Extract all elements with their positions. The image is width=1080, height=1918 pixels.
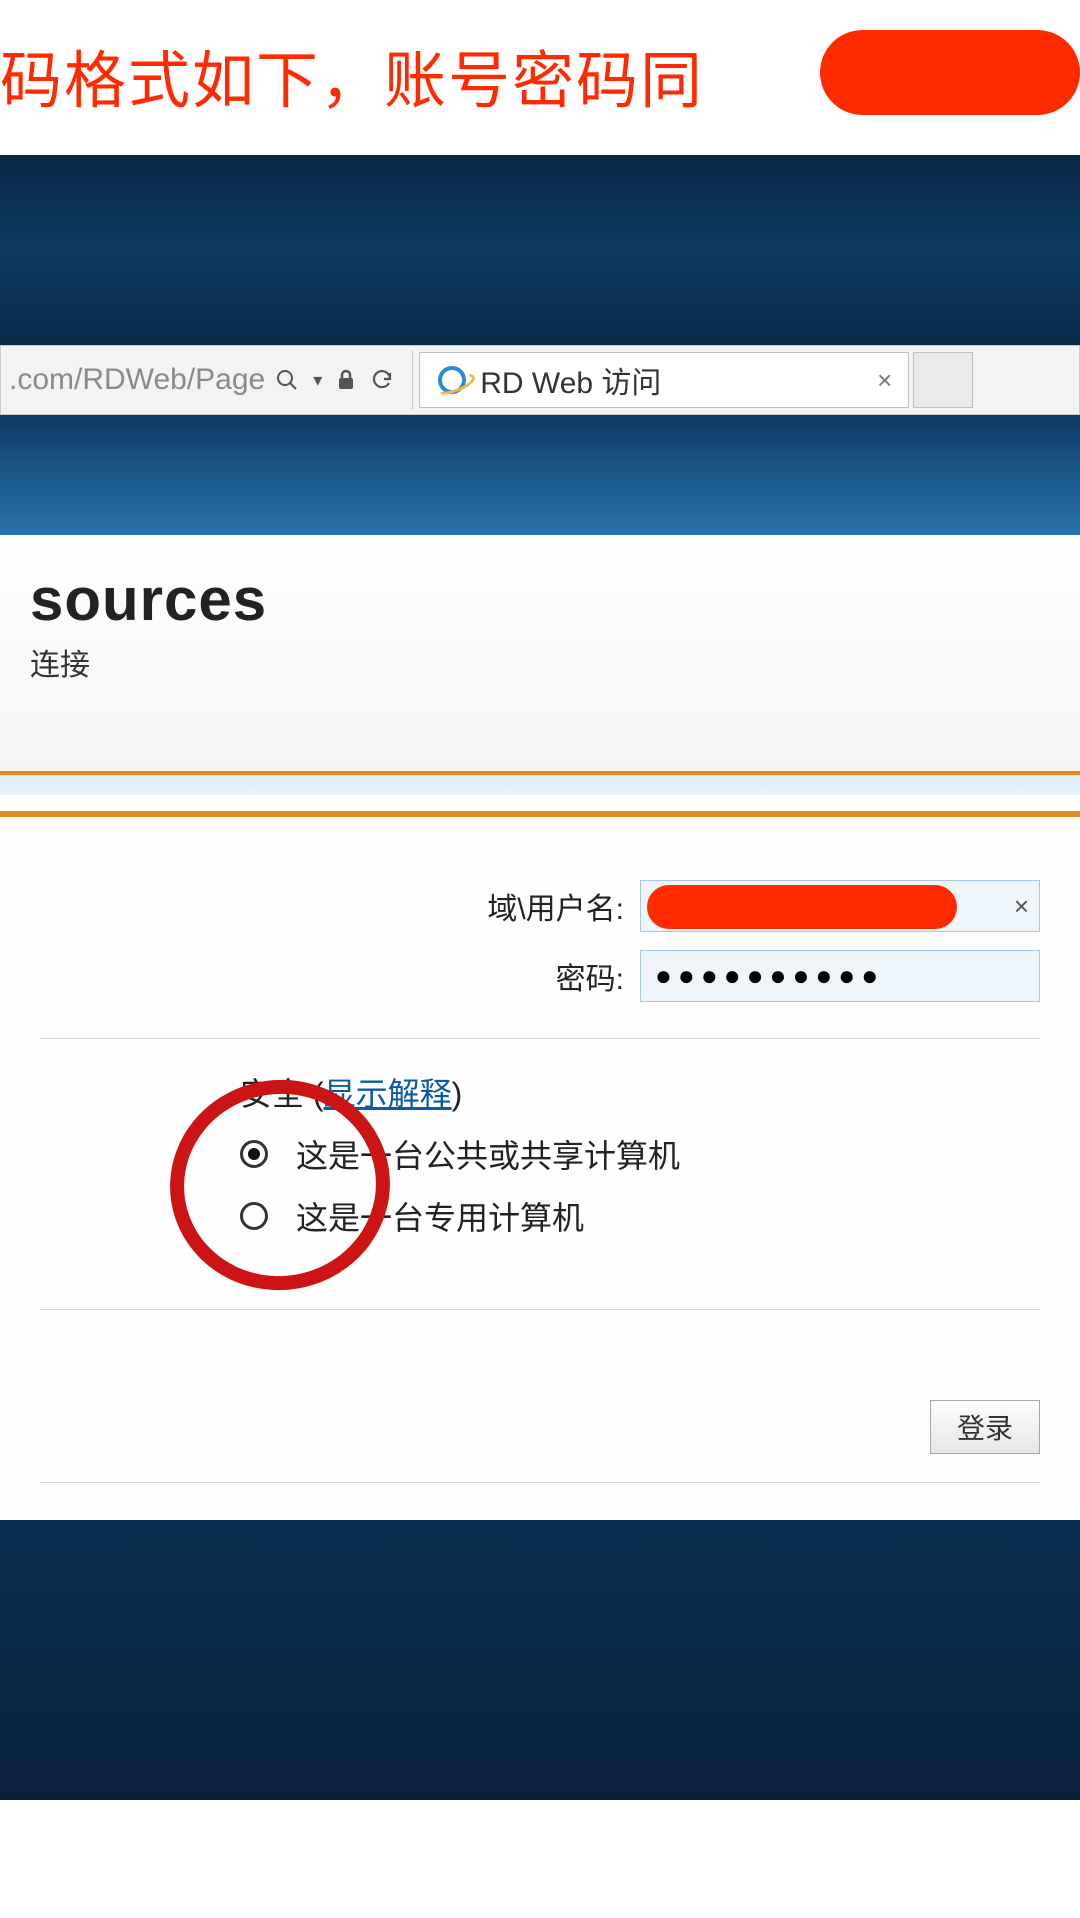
password-row: 密码: ●●●●●●●●●● <box>40 950 1040 1002</box>
bottom-white-area <box>0 1800 1080 1918</box>
page-subtitle: 连接 <box>30 640 1050 684</box>
url-controls: ▾ <box>275 368 404 392</box>
new-tab-button[interactable] <box>913 352 973 408</box>
radio-private[interactable] <box>240 1202 268 1230</box>
refresh-icon[interactable] <box>370 368 394 392</box>
window-chrome-dark-bottom <box>0 1520 1080 1800</box>
radio-private-row[interactable]: 这是一台专用计算机 <box>240 1193 1040 1239</box>
search-icon[interactable] <box>275 368 299 392</box>
username-row: 域\用户名: × <box>40 880 1040 932</box>
username-label: 域\用户名: <box>487 884 624 928</box>
lock-icon <box>336 369 356 391</box>
password-mask: ●●●●●●●●●● <box>655 960 884 992</box>
radio-public[interactable] <box>240 1140 268 1168</box>
form-divider <box>40 1038 1040 1039</box>
login-row: 登录 <box>40 1400 1040 1454</box>
browser-tab[interactable]: RD Web 访问 × <box>419 352 909 408</box>
password-input[interactable]: ●●●●●●●●●● <box>640 950 1040 1002</box>
password-label: 密码: <box>556 954 624 998</box>
show-explanation-link[interactable]: 显示解释 <box>324 1076 452 1112</box>
page-banner: sources 连接 <box>0 535 1080 775</box>
url-text: .com/RDWeb/Page <box>9 363 265 397</box>
security-label: 安全 <box>240 1076 304 1112</box>
redaction-username <box>647 885 957 929</box>
security-heading: 安全 (显示解释) <box>240 1069 1040 1115</box>
radio-public-label: 这是一台公共或共享计算机 <box>296 1131 680 1177</box>
username-input[interactable]: × <box>640 880 1040 932</box>
browser-address-bar: .com/RDWeb/Page ▾ RD Web 访问 × <box>0 345 1080 415</box>
window-chrome-dark <box>0 155 1080 345</box>
security-section: 安全 (显示解释) 这是一台公共或共享计算机 这是一台专用计算机 <box>40 1069 1040 1239</box>
dropdown-icon[interactable]: ▾ <box>313 370 322 391</box>
url-box[interactable]: .com/RDWeb/Page ▾ <box>1 350 413 410</box>
radio-public-row[interactable]: 这是一台公共或共享计算机 <box>240 1131 1040 1177</box>
orange-divider <box>0 811 1080 817</box>
login-button[interactable]: 登录 <box>930 1400 1040 1454</box>
redaction-blob-top <box>820 30 1080 115</box>
ie-icon <box>436 364 468 396</box>
page-title: sources <box>30 565 1050 634</box>
form-divider-3 <box>40 1482 1040 1483</box>
clear-icon[interactable]: × <box>1014 891 1029 922</box>
radio-private-label: 这是一台专用计算机 <box>296 1193 584 1239</box>
close-icon[interactable]: × <box>877 365 892 396</box>
login-form-area: 域\用户名: × 密码: ●●●●●●●●●● 安全 (显示解释) 这是一台公共… <box>0 820 1080 1520</box>
tab-title: RD Web 访问 <box>480 358 865 402</box>
form-divider-2 <box>40 1309 1040 1310</box>
